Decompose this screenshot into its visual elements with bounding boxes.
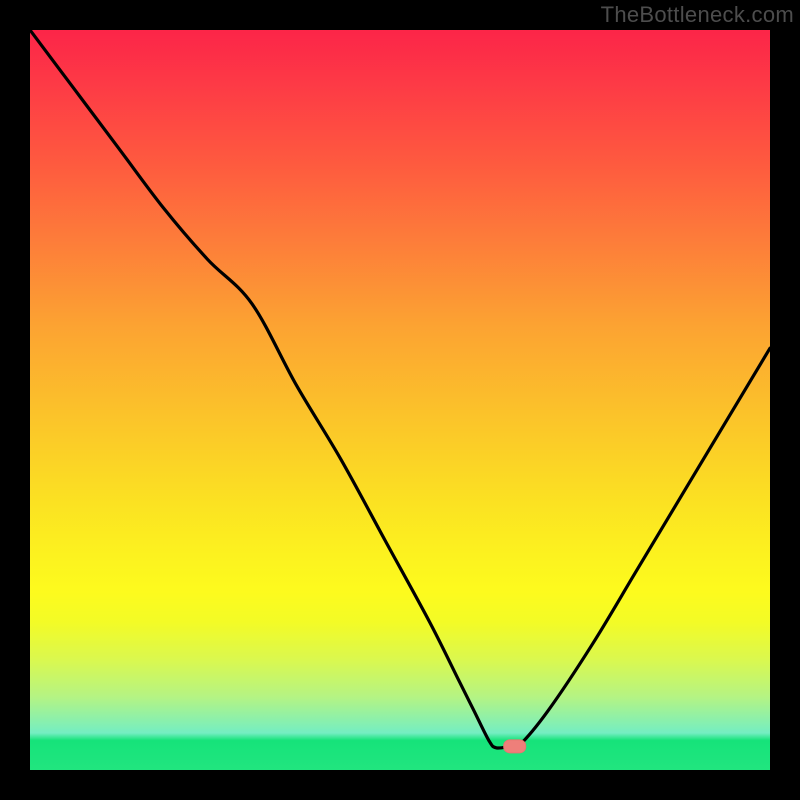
watermark-text: TheBottleneck.com bbox=[601, 2, 794, 28]
curve-svg bbox=[30, 30, 770, 770]
plot-area bbox=[30, 30, 770, 770]
bottleneck-curve-line bbox=[30, 30, 770, 749]
optimal-point-marker bbox=[504, 740, 526, 753]
chart-frame: TheBottleneck.com bbox=[0, 0, 800, 800]
